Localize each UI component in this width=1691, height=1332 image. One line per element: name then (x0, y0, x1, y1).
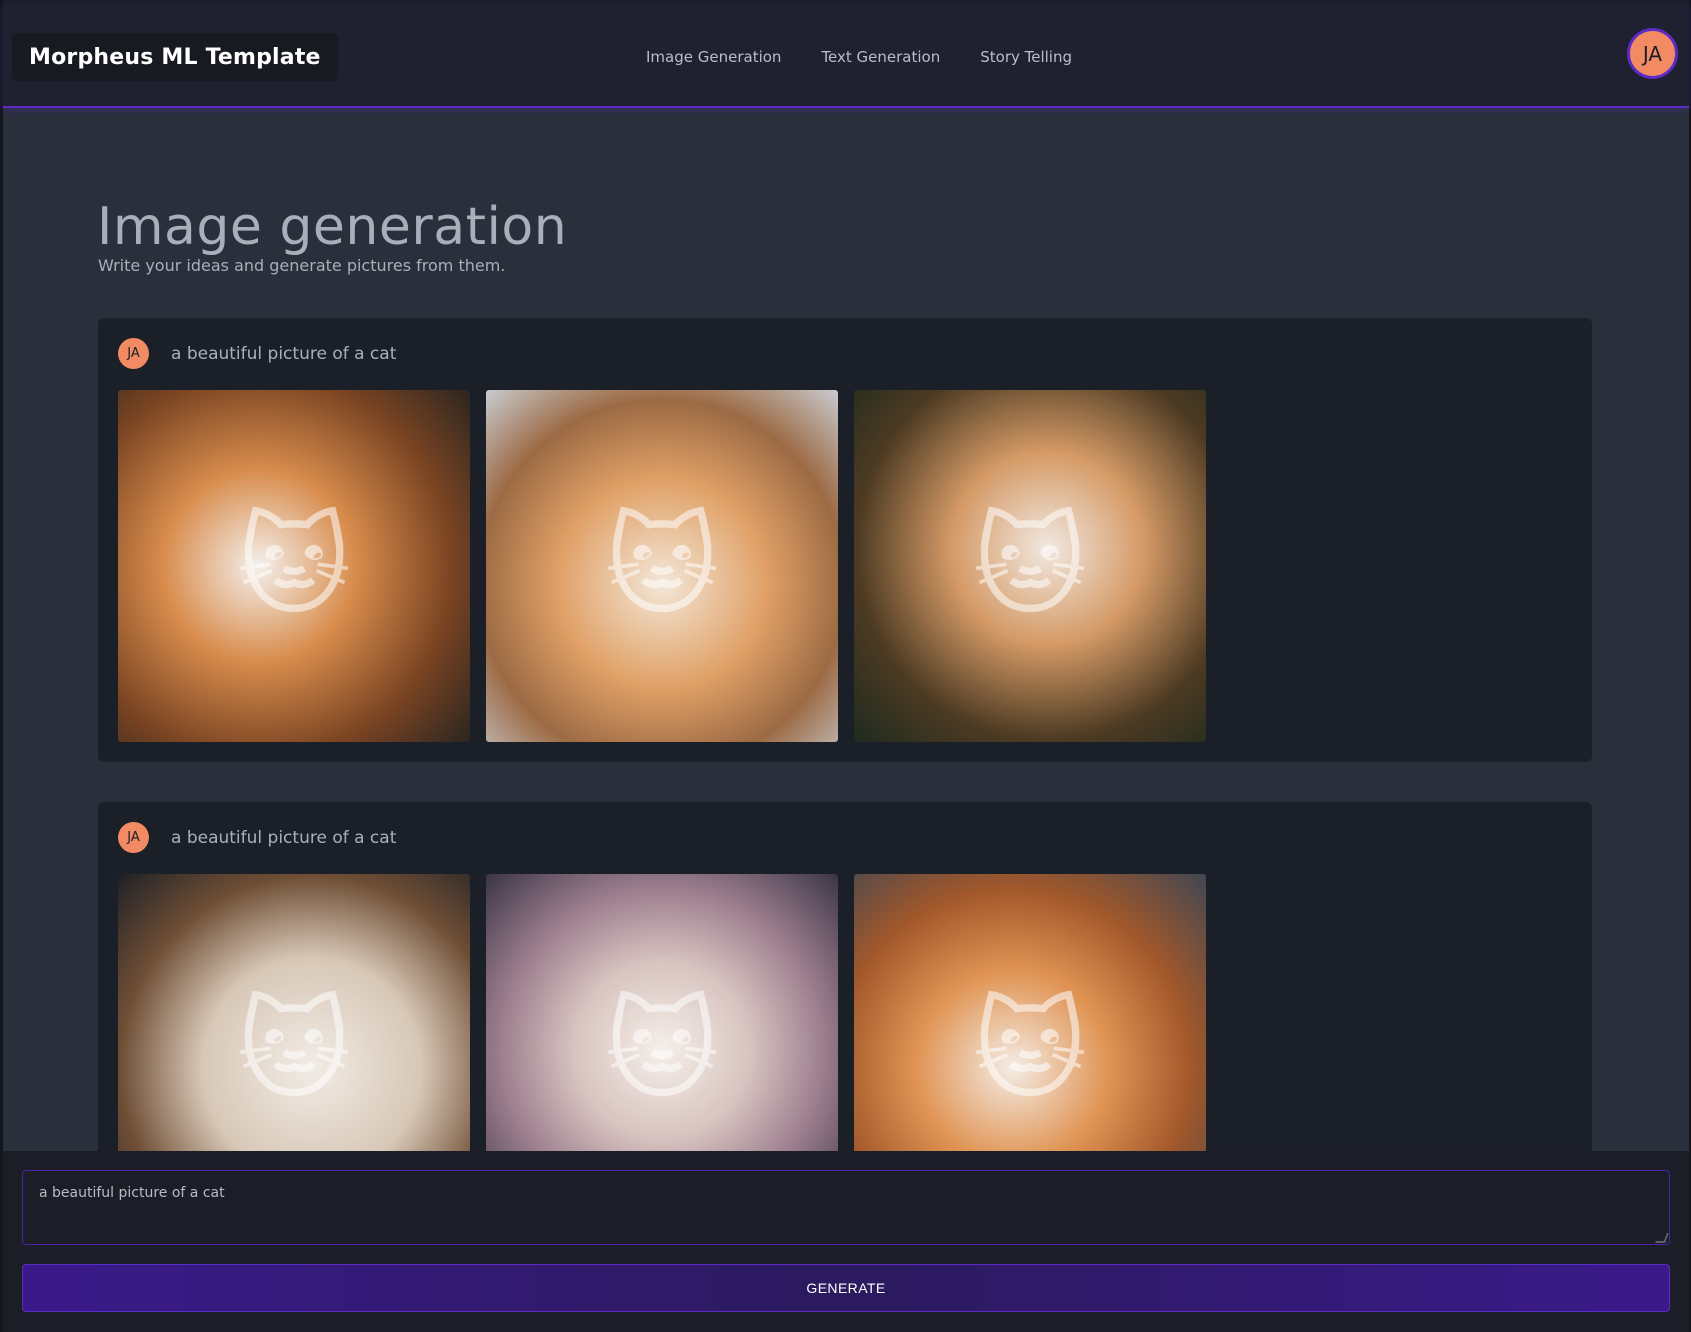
page-subtitle: Write your ideas and generate pictures f… (98, 256, 506, 275)
main-nav: Image Generation Text Generation Story T… (646, 48, 1072, 66)
nav-story-telling[interactable]: Story Telling (980, 48, 1072, 66)
result-header: JA a beautiful picture of a cat (118, 338, 396, 369)
result-card: JA a beautiful picture of a cat 🐱 🐱 🐱 (98, 318, 1592, 762)
prompt-composer: a beautiful picture of a cat GENERATE (3, 1151, 1689, 1332)
avatar: JA (118, 338, 149, 369)
generate-button[interactable]: GENERATE (22, 1264, 1670, 1312)
generated-image[interactable]: 🐱 (854, 390, 1206, 742)
cat-image-icon: 🐱 (972, 502, 1088, 630)
cat-image-icon: 🐱 (236, 986, 352, 1114)
cat-image-icon: 🐱 (604, 986, 720, 1114)
top-navbar: Morpheus ML Template Image Generation Te… (3, 3, 1689, 108)
nav-text-generation[interactable]: Text Generation (821, 48, 940, 66)
avatar: JA (118, 822, 149, 853)
result-header: JA a beautiful picture of a cat (118, 822, 396, 853)
brand-logo[interactable]: Morpheus ML Template (12, 33, 338, 81)
generated-image[interactable]: 🐱 (118, 390, 470, 742)
result-prompt: a beautiful picture of a cat (171, 827, 397, 848)
cat-image-icon: 🐱 (604, 502, 720, 630)
result-prompt: a beautiful picture of a cat (171, 343, 397, 364)
nav-image-generation[interactable]: Image Generation (646, 48, 781, 66)
window-left-edge (0, 0, 3, 1332)
cat-image-icon: 🐱 (972, 986, 1088, 1114)
page-title: Image generation (97, 197, 568, 257)
prompt-input[interactable]: a beautiful picture of a cat (22, 1170, 1670, 1245)
cat-image-icon: 🐱 (236, 502, 352, 630)
generated-image[interactable]: 🐱 (486, 390, 838, 742)
user-avatar[interactable]: JA (1627, 28, 1678, 79)
result-images: 🐱 🐱 🐱 (118, 390, 1206, 742)
